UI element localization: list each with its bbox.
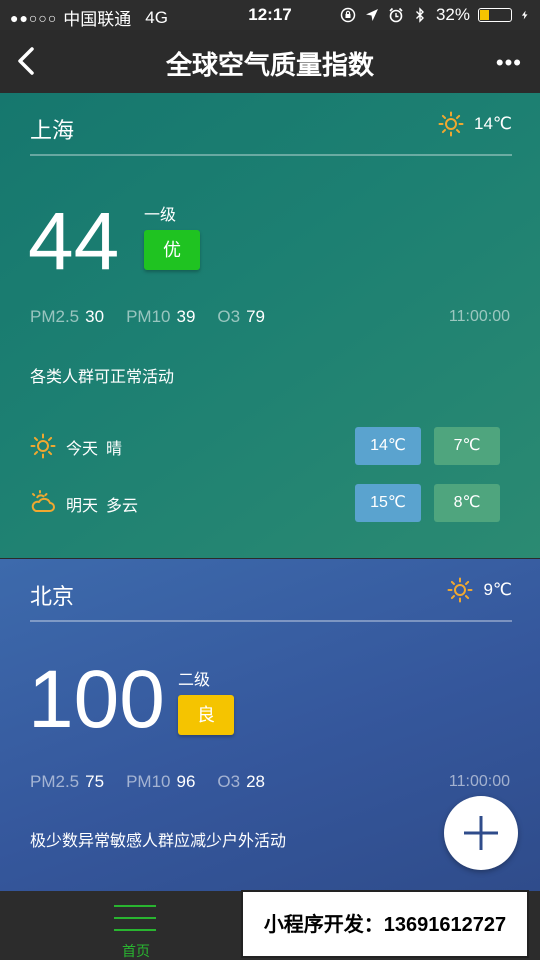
aqi-value: 100 [28,654,165,745]
pm25-reading: PM2.5 75 [30,772,104,792]
low-temp-pill: 7℃ [434,427,500,465]
pm25-label: PM2.5 [30,772,80,791]
add-city-button[interactable] [444,796,518,870]
publish-time: 11:00:00 [448,308,510,325]
pm10-label: PM10 [126,307,171,326]
tab-home[interactable]: 首页 [96,891,176,960]
o3-reading: O3 79 [217,307,265,327]
pm25-reading: PM2.5 30 [30,307,104,327]
pm25-label: PM2.5 [30,307,80,326]
o3-label: O3 [217,772,241,791]
sun-icon [30,433,56,459]
location-arrow-icon [365,9,378,21]
developer-contact-banner: 小程序开发：13691612727 [241,890,529,958]
forecast-row-tomorrow: 明天 多云 15℃ 8℃ [30,484,500,522]
o3-label: O3 [217,307,241,326]
page-title: 全球空气质量指数 [165,50,374,80]
health-advice: 各类人群可正常活动 [30,369,175,386]
plus-icon [464,816,498,850]
more-menu-button[interactable]: ••• [496,50,522,76]
low-temp-pill: 8℃ [434,484,500,522]
aqi-level: 二级 [178,672,211,689]
health-advice: 极少数异常敏感人群应减少户外活动 [30,833,287,850]
charging-bolt-icon [521,10,528,20]
cloudy-icon [31,490,55,512]
quality-badge: 优 [144,230,200,270]
bluetooth-icon [415,7,424,23]
pm25-value: 75 [85,772,105,791]
sun-icon [447,577,473,603]
alarm-icon [389,7,403,23]
pm10-reading: PM10 39 [126,307,195,327]
aqi-value: 44 [28,196,120,287]
pm10-value: 96 [176,772,196,791]
aqi-level: 一级 [144,207,177,224]
nav-bar: 全球空气质量指数 ••• [0,30,540,93]
battery-icon [478,8,512,22]
forecast-day: 今天 [66,441,99,458]
status-bar: ●●○○○ 中国联通 4G 12:17 32% [0,0,540,30]
current-weather: 14℃ [438,111,512,137]
o3-reading: O3 28 [217,772,265,792]
rotation-lock-icon [340,7,356,23]
menu-lines-icon [114,905,156,931]
pm10-reading: PM10 96 [126,772,195,792]
pm10-value: 39 [176,307,196,326]
forecast-weather: 晴 [106,441,123,458]
pm25-value: 30 [85,307,105,326]
forecast-row-today: 今天 晴 14℃ 7℃ [30,427,500,465]
tab-home-label: 首页 [122,943,150,959]
forecast-text: 明天 多云 [66,492,138,516]
battery-percent: 32% [435,5,470,24]
forecast-text: 今天 晴 [66,435,122,459]
divider [30,620,512,622]
publish-time: 11:00:00 [448,773,510,790]
high-temp-pill: 15℃ [355,484,421,522]
pollutant-list: PM2.5 30 PM10 39 O3 79 [30,307,265,327]
city-card-shanghai[interactable]: 上海 14℃ 44 一级 优 PM2.5 30 PM10 39 O3 79 11:00… [0,93,540,558]
pollutant-list: PM2.5 75 PM10 96 O3 28 [30,772,265,792]
city-name: 上海 [30,118,75,143]
forecast-day: 明天 [66,498,99,515]
o3-value: 79 [246,307,266,326]
current-weather: 9℃ [447,577,512,603]
status-right: 32% [340,5,530,25]
high-temp-pill: 14℃ [355,427,421,465]
quality-badge: 良 [178,695,234,735]
pm10-label: PM10 [126,772,171,791]
battery-fill [480,10,490,20]
current-temperature: 9℃ [483,580,512,599]
forecast-weather: 多云 [106,498,139,515]
o3-value: 28 [246,772,266,791]
current-temperature: 14℃ [473,114,512,133]
city-name: 北京 [30,584,75,609]
divider [30,154,512,156]
sun-icon [438,111,464,137]
